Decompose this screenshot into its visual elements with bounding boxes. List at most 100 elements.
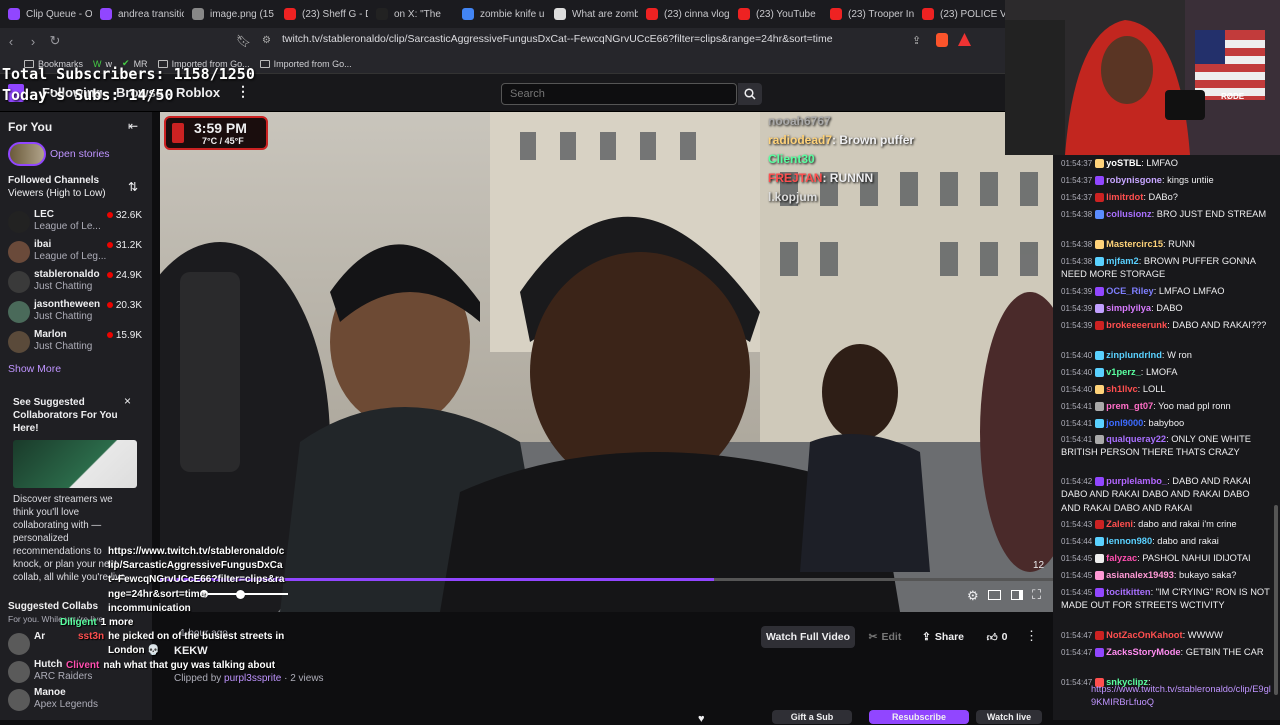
- pip-icon[interactable]: [1011, 590, 1023, 600]
- search-input[interactable]: [501, 83, 737, 105]
- followed-channel-stableronaldo[interactable]: stableronaldo Just Chatting 24.9K: [8, 268, 148, 296]
- browser-tab[interactable]: Clip Queue - O: [0, 0, 92, 28]
- followed-channel-jasontheween[interactable]: jasontheween Just Chatting 20.3K: [8, 298, 148, 326]
- browser-tab[interactable]: What are zomb: [546, 0, 638, 28]
- chat-username[interactable]: limitrdot: [1106, 192, 1143, 202]
- browser-tab[interactable]: andrea transitic: [92, 0, 184, 28]
- rewards-icon[interactable]: [958, 33, 971, 46]
- stories-avatar[interactable]: [8, 142, 46, 166]
- browser-tab[interactable]: on X: "The: [368, 0, 454, 28]
- like-button[interactable]: 👍︎ 0: [977, 626, 1017, 648]
- webcam-frame: [1005, 0, 1280, 155]
- chat-username[interactable]: asianalex19493: [1106, 570, 1174, 580]
- suggested-collab-item[interactable]: Manoe Apex Legends: [8, 686, 148, 714]
- chat-scrollbar[interactable]: [1274, 505, 1278, 695]
- chat-username[interactable]: Zaleni: [1106, 519, 1133, 529]
- watch-live-button[interactable]: Watch live: [976, 710, 1042, 724]
- channel-game: League of Le...: [34, 221, 101, 232]
- chat-text: : DABO AND RAKAI???: [1167, 320, 1267, 330]
- chat-username[interactable]: jonl9000: [1106, 418, 1143, 428]
- browser-tab[interactable]: zombie knife u: [454, 0, 546, 28]
- address-bar[interactable]: twitch.tv/stableronaldo/clip/SarcasticAg…: [282, 33, 833, 45]
- browser-tab[interactable]: (23) cinna vlog: [638, 0, 730, 28]
- channel-name: LEC: [34, 209, 54, 220]
- chat-username[interactable]: tocitkitten: [1106, 587, 1150, 597]
- total-subscribers: Total Subscribers: 1158/1250: [2, 65, 255, 83]
- chat-username[interactable]: collusionz: [1106, 209, 1151, 219]
- chat-username[interactable]: lennon980: [1106, 536, 1152, 546]
- avatar: [8, 241, 30, 263]
- edit-button[interactable]: ✂ Edit: [860, 626, 910, 648]
- channel-game: Just Chatting: [34, 311, 93, 322]
- chat-username[interactable]: robynisgone: [1106, 175, 1162, 185]
- browser-tab[interactable]: image.png (15: [184, 0, 276, 28]
- clock-widget: 3:59 PM 7°C / 45°F: [164, 116, 268, 150]
- reload-icon[interactable]: ↻: [44, 33, 66, 49]
- heart-icon[interactable]: ♥: [698, 713, 705, 725]
- chat-username[interactable]: qualqueray22: [1106, 434, 1166, 444]
- open-stories-link[interactable]: Open stories: [50, 148, 110, 160]
- chat-timestamp: 01:54:45: [1061, 571, 1093, 580]
- sort-icon[interactable]: ⇅: [128, 180, 138, 194]
- watch-full-video-button[interactable]: Watch Full Video: [761, 626, 855, 648]
- chat-text: : RUNN: [1163, 239, 1196, 249]
- chat-username[interactable]: zinplundrlnd: [1106, 350, 1162, 360]
- chat-timestamp: 01:54:39: [1061, 287, 1093, 296]
- search-button[interactable]: [738, 83, 762, 105]
- chat-username[interactable]: NotZacOnKahoot: [1106, 630, 1182, 640]
- collapse-sidebar-icon[interactable]: ⇤: [128, 119, 138, 133]
- stream-chat-overlay: https://www.twitch.tv/stableronaldo/clip…: [20, 545, 285, 673]
- resubscribe-button[interactable]: Resubscribe: [869, 710, 969, 724]
- video-chat-user: l.kopjum: [768, 190, 818, 204]
- browser-tab[interactable]: (23) Trooper In: [822, 0, 914, 28]
- progress-track[interactable]: [160, 578, 1053, 581]
- settings-icon[interactable]: ⚙: [967, 588, 979, 604]
- chat-username[interactable]: purplelambo_: [1106, 476, 1167, 486]
- forward-icon[interactable]: ›: [22, 34, 44, 49]
- chat-username[interactable]: brokeeeerunk: [1106, 320, 1167, 330]
- share-icon[interactable]: ⇪: [912, 34, 921, 47]
- more-icon[interactable]: ⋮: [1025, 628, 1038, 644]
- badge-icon: [1095, 321, 1105, 331]
- back-icon[interactable]: ‹: [0, 34, 22, 49]
- followed-channel-lec[interactable]: LEC League of Le... 32.6K: [8, 208, 148, 236]
- followed-channel-ibai[interactable]: ibai League of Leg... 31.2K: [8, 238, 148, 266]
- video-player[interactable]: 3:59 PM 7°C / 45°F nooah6767 radiodead7: …: [160, 112, 1053, 612]
- chat-timestamp: 01:54:39: [1061, 304, 1093, 313]
- chat-message: 01:54:47 ZacksStoryMode: GETBIN THE CAR: [1061, 646, 1271, 659]
- chat-username[interactable]: ZacksStoryMode: [1106, 647, 1180, 657]
- browser-tab[interactable]: (23) Sheff G - D: [276, 0, 368, 28]
- show-more-link[interactable]: Show More: [8, 363, 61, 375]
- chat-username[interactable]: OCE_Riley: [1106, 286, 1154, 296]
- chat-username[interactable]: Mastercirc15: [1106, 239, 1163, 249]
- chat-timestamp: 01:54:45: [1061, 588, 1093, 597]
- bookmark-item[interactable]: Imported from Go...: [259, 59, 352, 69]
- tab-label: image.png (15: [210, 8, 274, 20]
- fullscreen-icon[interactable]: ⛶: [1032, 587, 1041, 603]
- stream-chat-text: 1 more: [100, 617, 134, 629]
- chat-username[interactable]: simplyilya: [1106, 303, 1151, 313]
- chat-username[interactable]: falyzac: [1106, 553, 1137, 563]
- badge-icon: [1095, 520, 1105, 530]
- chat-text: : PASHOL NAHUI IDIJOTAI: [1137, 553, 1251, 563]
- theatre-mode-icon[interactable]: [988, 590, 1001, 600]
- site-settings-icon[interactable]: ⚙: [262, 35, 271, 46]
- share-button[interactable]: ⇪ Share: [916, 626, 970, 648]
- gift-sub-button[interactable]: Gift a Sub: [772, 710, 852, 724]
- chat-username[interactable]: v1perz_: [1106, 367, 1141, 377]
- chat-username[interactable]: prem_gt07: [1106, 401, 1153, 411]
- close-icon[interactable]: ×: [124, 394, 131, 408]
- chat-username[interactable]: sh1llvc: [1106, 384, 1138, 394]
- bookmark-icon[interactable]: 🔖︎: [236, 34, 251, 48]
- chat-message: 01:54:37 robynisgone: kings untiie: [1061, 174, 1271, 187]
- followed-channel-marlon[interactable]: Marlon Just Chatting 15.9K: [8, 328, 148, 356]
- brave-shield-icon[interactable]: [936, 33, 948, 47]
- chat-text: : WWWW: [1182, 630, 1223, 640]
- browser-tab[interactable]: (23) YouTube: [730, 0, 822, 28]
- chat-username[interactable]: yoSTBL: [1106, 158, 1141, 168]
- clipper-link[interactable]: purpl3ssprite: [224, 673, 281, 684]
- chat-username[interactable]: mjfam2: [1106, 256, 1139, 266]
- browser-tab[interactable]: (23) POLICE VL: [914, 0, 1005, 28]
- chat-timestamp: 01:54:37: [1061, 176, 1093, 185]
- tab-label: (23) YouTube: [756, 8, 816, 20]
